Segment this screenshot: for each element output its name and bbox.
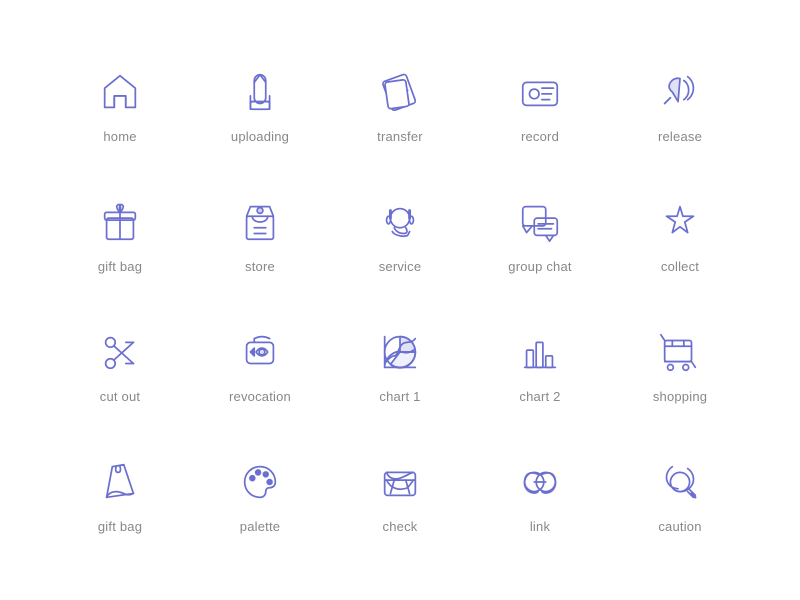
icon-cell-gift-bag-1: gift bag (50, 170, 190, 300)
gift-bag-2-icon (95, 457, 145, 507)
chart-1-icon (375, 327, 425, 377)
icon-cell-caution: caution (610, 430, 750, 560)
gift-bag-1-label: gift bag (98, 259, 142, 274)
gift-bag-1-icon (95, 197, 145, 247)
icon-cell-link: link (470, 430, 610, 560)
gift-bag-2-label: gift bag (98, 519, 142, 534)
icon-cell-chart-1: chart 1 (330, 300, 470, 430)
icon-cell-uploading: uploading (190, 40, 330, 170)
group-chat-icon (515, 197, 565, 247)
icon-cell-record: record (470, 40, 610, 170)
uploading-icon (235, 67, 285, 117)
check-icon (375, 457, 425, 507)
icon-cell-group-chat: group chat (470, 170, 610, 300)
collect-label: collect (661, 259, 699, 274)
cut-out-icon (95, 327, 145, 377)
record-icon (515, 67, 565, 117)
service-icon (375, 197, 425, 247)
shopping-label: shopping (653, 389, 707, 404)
link-icon (515, 457, 565, 507)
icon-cell-cut-out: cut out (50, 300, 190, 430)
service-label: service (379, 259, 422, 274)
chart-2-icon (515, 327, 565, 377)
release-icon (655, 67, 705, 117)
release-label: release (658, 129, 702, 144)
store-icon (235, 197, 285, 247)
link-label: link (530, 519, 550, 534)
cut-out-label: cut out (100, 389, 140, 404)
icon-cell-collect: collect (610, 170, 750, 300)
icon-cell-transfer: transfer (330, 40, 470, 170)
icon-grid: home uploading t (30, 20, 770, 580)
revocation-label: revocation (229, 389, 291, 404)
chart-2-label: chart 2 (519, 389, 560, 404)
check-label: check (383, 519, 418, 534)
caution-label: caution (658, 519, 701, 534)
icon-cell-palette: palette (190, 430, 330, 560)
group-chat-label: group chat (508, 259, 571, 274)
caution-icon (655, 457, 705, 507)
icon-cell-store: store (190, 170, 330, 300)
palette-icon (235, 457, 285, 507)
icon-cell-chart-2: chart 2 (470, 300, 610, 430)
home-icon (95, 67, 145, 117)
store-label: store (245, 259, 275, 274)
transfer-label: transfer (377, 129, 423, 144)
icon-cell-home: home (50, 40, 190, 170)
record-label: record (521, 129, 559, 144)
icon-cell-service: service (330, 170, 470, 300)
home-label: home (103, 129, 136, 144)
palette-label: palette (240, 519, 280, 534)
shopping-icon (655, 327, 705, 377)
icon-cell-check: check (330, 430, 470, 560)
icon-cell-revocation: revocation (190, 300, 330, 430)
chart-1-label: chart 1 (379, 389, 420, 404)
icon-cell-gift-bag-2: gift bag (50, 430, 190, 560)
revocation-icon (235, 327, 285, 377)
uploading-label: uploading (231, 129, 289, 144)
collect-icon (655, 197, 705, 247)
transfer-icon (375, 67, 425, 117)
icon-cell-release: release (610, 40, 750, 170)
icon-cell-shopping: shopping (610, 300, 750, 430)
